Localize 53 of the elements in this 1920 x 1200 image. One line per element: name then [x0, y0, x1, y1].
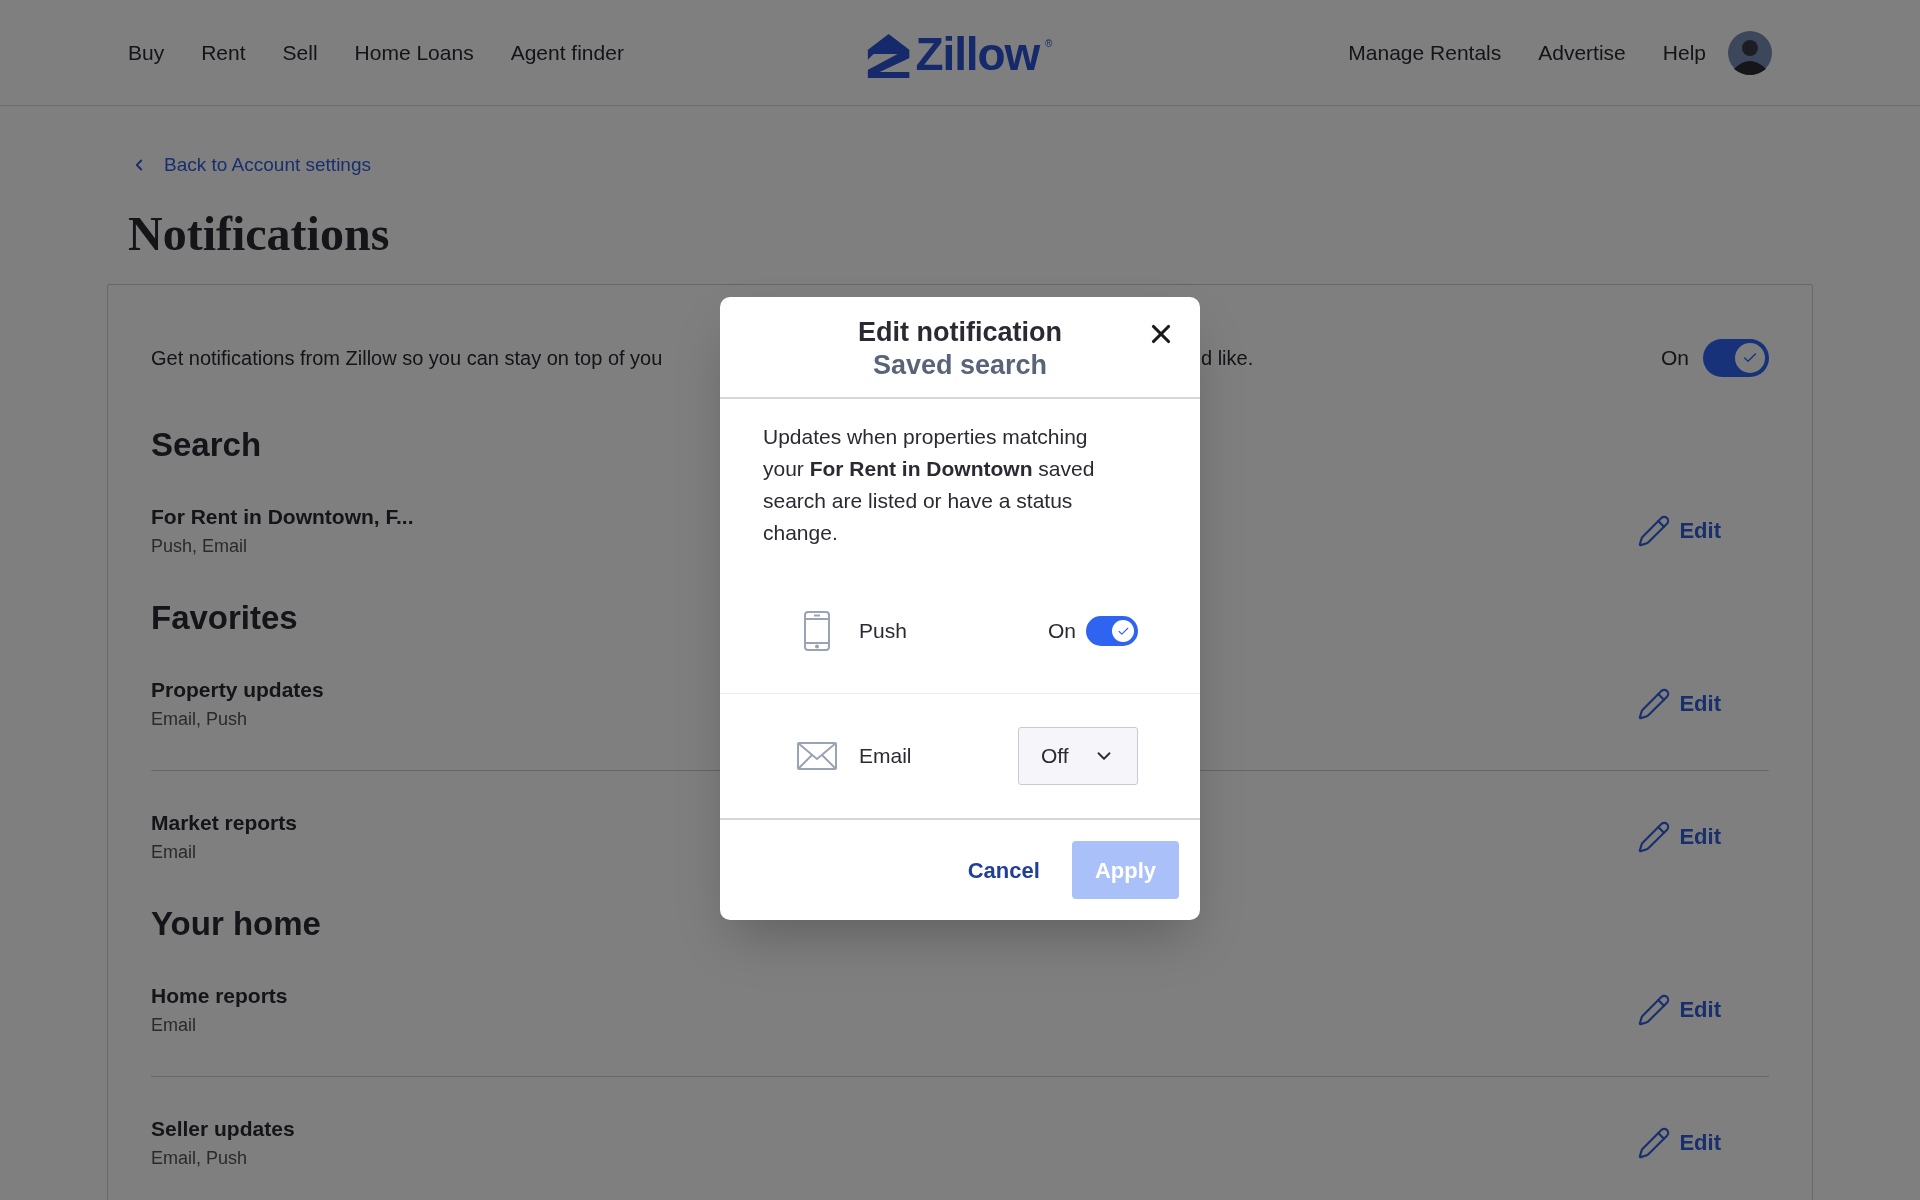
toggle-switch[interactable] [1703, 338, 1769, 377]
pencil-icon [1637, 513, 1672, 548]
page-title: Notifications [128, 205, 391, 262]
dialog-description: Updates when properties matching your For Rent in Downtown saved search are listed or have a status change. [763, 424, 1096, 546]
toggle-state-label: On [1048, 618, 1076, 645]
edit-button[interactable]: Edit [1637, 992, 1721, 1027]
notification-title: Home reports [151, 983, 288, 1010]
back-link[interactable]: Back to Account settings [130, 151, 1792, 180]
section-heading: Search [151, 424, 262, 465]
section-heading: Favorites [151, 597, 298, 638]
description-text: d like. [1201, 345, 1254, 371]
phone-icon [804, 611, 830, 651]
nav-link[interactable]: Advertise [1538, 36, 1626, 69]
nav-link[interactable]: Rent [201, 36, 246, 69]
pencil-icon [1637, 686, 1672, 721]
notification-title: Property updates [151, 677, 324, 704]
edit-button[interactable]: Edit [1637, 1125, 1721, 1160]
pencil-icon [1637, 1125, 1672, 1160]
channel-label: Email [859, 743, 912, 770]
logo[interactable]: Zillow® [867, 30, 1053, 78]
envelope-icon [797, 742, 837, 770]
avatar[interactable] [1728, 30, 1772, 75]
channel-label: Push [859, 618, 907, 645]
section-heading: Your home [151, 903, 321, 944]
nav-link[interactable]: Manage Rentals [1348, 36, 1502, 69]
notification-title: For Rent in Downtown, F... [151, 504, 414, 531]
toggle-switch[interactable] [1086, 616, 1138, 646]
notification-channels: Push, Email [151, 534, 249, 558]
notification-title: Market reports [151, 810, 297, 837]
notification-channels: Email [151, 840, 197, 864]
notification-channels: Email [151, 1013, 197, 1037]
edit-button[interactable]: Edit [1637, 513, 1721, 548]
description-text: Get notifications from Zillow so you can stay on top of you [151, 345, 663, 371]
edit-button[interactable]: Edit [1637, 819, 1721, 854]
registered-mark: ® [1045, 37, 1053, 51]
nav-link[interactable]: Buy [128, 36, 165, 69]
notification-channels: Email, Push [151, 1146, 249, 1170]
toggle-state-label: On [1661, 344, 1689, 371]
notification-title: Seller updates [151, 1116, 295, 1143]
pencil-icon [1637, 819, 1672, 854]
nav-link[interactable]: Sell [282, 36, 318, 69]
edit-button[interactable]: Edit [1637, 686, 1721, 721]
pencil-icon [1637, 992, 1672, 1027]
dialog-subtitle: Saved search [872, 349, 1048, 381]
house-logo-icon [867, 32, 910, 78]
notification-channels: Email, Push [151, 707, 249, 731]
cancel-button[interactable]: Cancel [967, 853, 1040, 887]
nav-link[interactable]: Home Loans [354, 36, 474, 69]
email-frequency-select[interactable]: Off [1018, 727, 1138, 785]
nav-link[interactable]: Help [1662, 36, 1706, 69]
logo-text: Zillow [915, 30, 1039, 78]
nav-link[interactable]: Agent finder [510, 36, 624, 69]
dialog-title: Edit notification [858, 316, 1062, 349]
